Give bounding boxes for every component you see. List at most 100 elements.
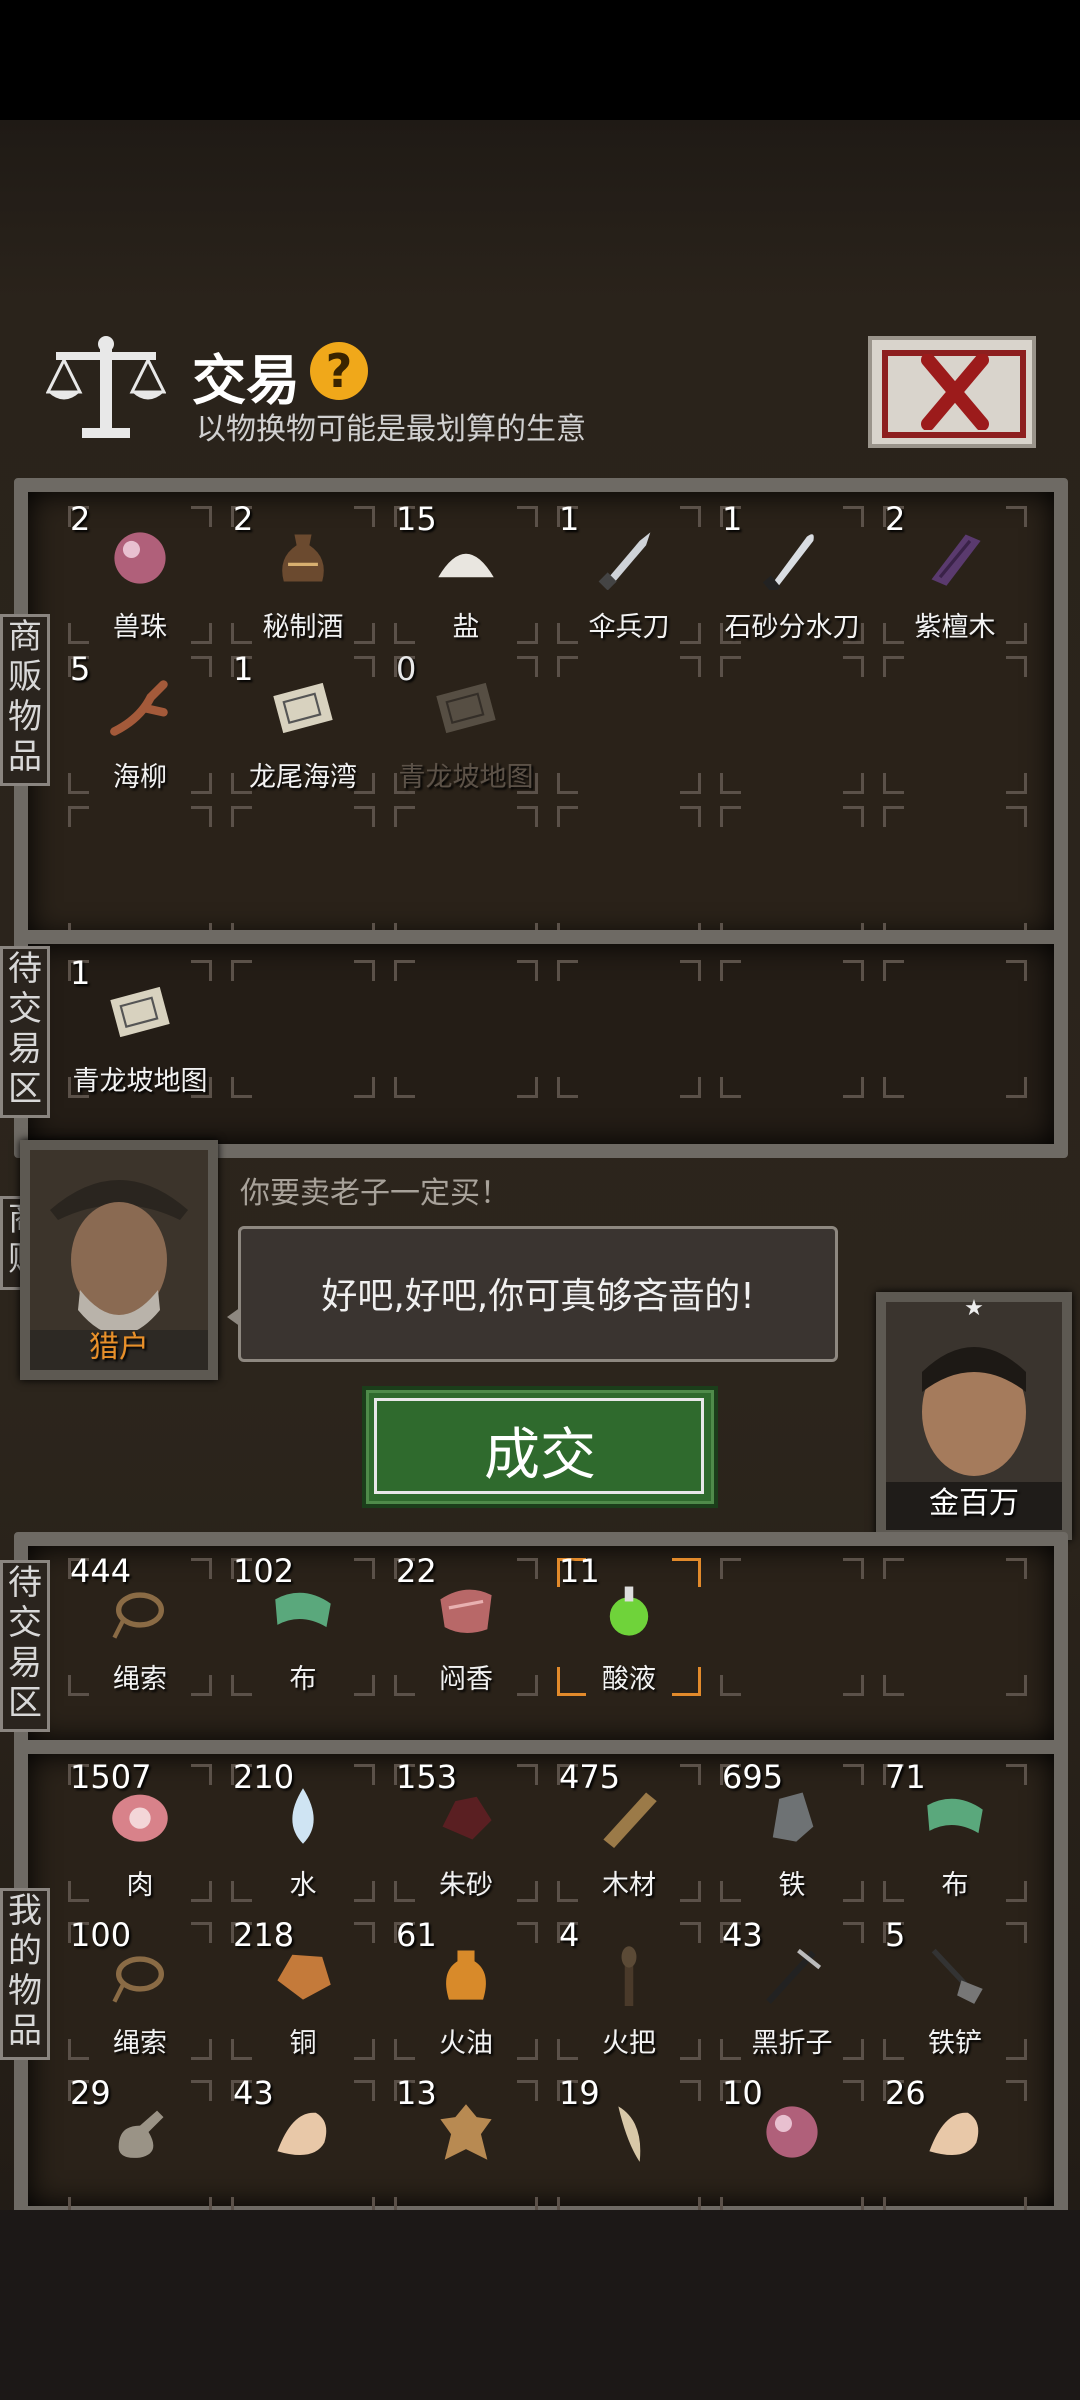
merchant-item-slot[interactable]: 0 青龙坡地图 (388, 650, 544, 800)
empty-slot (714, 800, 870, 950)
merchant-item-slot[interactable]: 2 秘制酒 (225, 500, 381, 650)
item-name: 火把 (602, 2028, 656, 2059)
item-name: 铜 (289, 2028, 317, 2059)
item-quantity: 444 (70, 1552, 132, 1590)
item-name: 紫檀木 (914, 612, 996, 643)
pick-icon (760, 1942, 824, 2010)
item-name: 闷香 (439, 1664, 493, 1695)
player-pending-slot[interactable]: 102 布 (225, 1552, 381, 1702)
item-quantity: 102 (233, 1552, 295, 1590)
pearl-icon (108, 526, 172, 594)
salt-icon (434, 526, 498, 594)
item-quantity: 26 (885, 2074, 926, 2112)
item-name: 木材 (602, 1870, 656, 1901)
potion-icon (597, 1578, 661, 1646)
player-item-slot[interactable]: 5 铁铲 (877, 1916, 1033, 2066)
empty-slot (714, 1552, 870, 1702)
player-pending-slot[interactable]: 22 闷香 (388, 1552, 544, 1702)
player-item-slot[interactable]: 210 水 (225, 1758, 381, 1908)
item-quantity: 695 (722, 1758, 784, 1796)
empty-slot (877, 954, 1033, 1104)
player-item-slot[interactable]: 43 黑折子 (714, 1916, 870, 2066)
merchant-item-slot[interactable]: 1 龙尾海湾 (225, 650, 381, 800)
close-button[interactable] (868, 336, 1036, 448)
empty-slot (877, 650, 1033, 800)
item-quantity: 15 (396, 500, 437, 538)
wine-jar-icon (271, 526, 335, 594)
player-pending-slot[interactable]: 11 酸液 (551, 1552, 707, 1702)
shovel-icon (923, 1942, 987, 2010)
player-item-slot[interactable]: 61 火油 (388, 1916, 544, 2066)
item-quantity: 29 (70, 2074, 111, 2112)
item-name: 朱砂 (439, 1870, 493, 1901)
star-icon: ★ (964, 1296, 984, 1321)
player-items-panel: 1507 肉 210 水 153 朱砂 475 木材 695 铁 71 布 100 绳索 218 铜 61 火油 4… (14, 1740, 1068, 2220)
item-quantity: 43 (233, 2074, 274, 2112)
item-quantity: 153 (396, 1758, 458, 1796)
player-item-slot[interactable]: 13 (388, 2074, 544, 2224)
item-name: 水 (289, 1870, 317, 1901)
player-pending-panel: 444 绳索 102 布 22 闷香 11 酸液 (14, 1532, 1068, 1756)
merchant-item-slot[interactable]: 2 兽珠 (62, 500, 218, 650)
item-quantity: 1 (233, 650, 254, 688)
player-item-slot[interactable]: 43 (225, 2074, 381, 2224)
empty-slot (551, 800, 707, 950)
player-item-slot[interactable]: 153 朱砂 (388, 1758, 544, 1908)
item-name: 布 (941, 1870, 969, 1901)
knife-icon (597, 526, 661, 594)
item-quantity: 71 (885, 1758, 926, 1796)
item-name: 兽珠 (113, 612, 167, 643)
wood-icon (923, 526, 987, 594)
player-item-slot[interactable]: 26 (877, 2074, 1033, 2224)
player-item-slot[interactable]: 19 (551, 2074, 707, 2224)
empty-slot (877, 1552, 1033, 1702)
item-quantity: 22 (396, 1552, 437, 1590)
player-item-slot[interactable]: 29 (62, 2074, 218, 2224)
item-quantity: 475 (559, 1758, 621, 1796)
torch-icon (597, 1942, 661, 2010)
empty-slot (877, 800, 1033, 950)
help-icon[interactable]: ? (310, 342, 368, 400)
item-quantity: 218 (233, 1916, 295, 1954)
merchant-items-panel: 2 兽珠 2 秘制酒 15 盐 1 伞兵刀 1 石砂分水刀 2 紫檀木 5 海柳 1 龙尾海湾 0 青龙坡地图 (14, 478, 1068, 952)
player-item-slot[interactable]: 695 铁 (714, 1758, 870, 1908)
empty-slot (225, 800, 381, 950)
deal-button[interactable]: 成交 (362, 1386, 718, 1508)
flask-icon (108, 2100, 172, 2168)
merchant-item-slot[interactable]: 5 海柳 (62, 650, 218, 800)
hide-icon (434, 2100, 498, 2168)
fang-icon (597, 2100, 661, 2168)
item-quantity: 19 (559, 2074, 600, 2112)
player-item-slot[interactable]: 10 (714, 2074, 870, 2224)
item-name: 青龙坡地图 (72, 1066, 208, 1097)
map-icon (434, 676, 498, 744)
merchant-pending-label: 待交易区 (0, 946, 50, 1118)
item-quantity: 1 (559, 500, 580, 538)
player-item-slot[interactable]: 4 火把 (551, 1916, 707, 2066)
merchant-item-slot[interactable]: 1 伞兵刀 (551, 500, 707, 650)
merchant-pending-slot[interactable]: 1 青龙坡地图 (62, 954, 218, 1104)
item-quantity: 5 (70, 650, 91, 688)
merchant-item-slot[interactable]: 1 石砂分水刀 (714, 500, 870, 650)
item-quantity: 10 (722, 2074, 763, 2112)
map-icon (271, 676, 335, 744)
merchant-line: 你要卖老子一定买！ (240, 1176, 510, 1211)
player-item-slot[interactable]: 475 木材 (551, 1758, 707, 1908)
player-item-slot[interactable]: 218 铜 (225, 1916, 381, 2066)
scale-icon (45, 332, 167, 442)
bone-icon (923, 2100, 987, 2168)
item-quantity: 100 (70, 1916, 132, 1954)
merchant-item-slot[interactable]: 2 紫檀木 (877, 500, 1033, 650)
player-items-label: 我的物品 (0, 1888, 50, 2060)
merchant-name: 猎户 (89, 1330, 149, 1365)
player-pending-slot[interactable]: 444 绳索 (62, 1552, 218, 1702)
empty-slot (62, 800, 218, 950)
empty-slot (388, 954, 544, 1104)
player-item-slot[interactable]: 100 绳索 (62, 1916, 218, 2066)
item-quantity: 2 (70, 500, 91, 538)
player-item-slot[interactable]: 71 布 (877, 1758, 1033, 1908)
merchant-portrait: 猎户 (20, 1140, 218, 1380)
item-quantity: 43 (722, 1916, 763, 1954)
player-item-slot[interactable]: 1507 肉 (62, 1758, 218, 1908)
merchant-item-slot[interactable]: 15 盐 (388, 500, 544, 650)
